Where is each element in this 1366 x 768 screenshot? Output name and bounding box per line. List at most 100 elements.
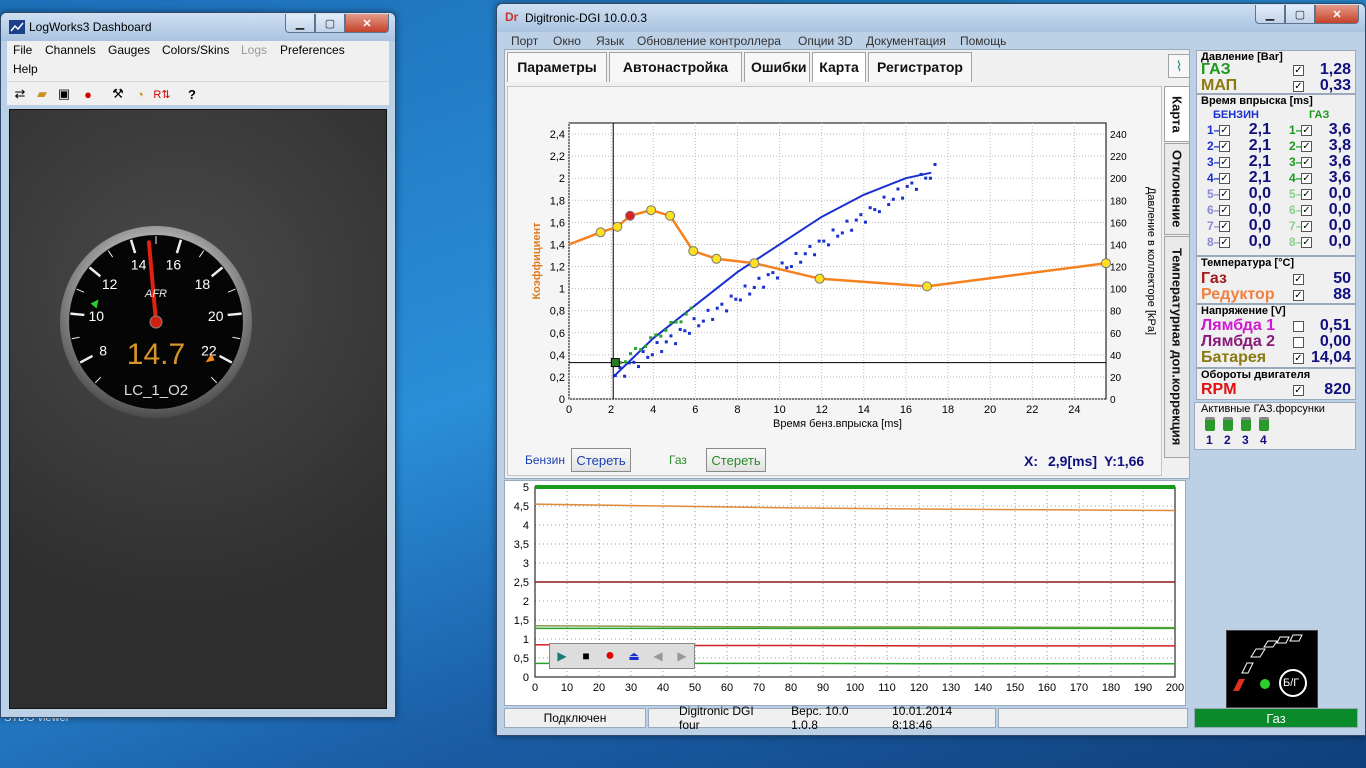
gas-scatter-point [674, 320, 678, 324]
menu-help[interactable]: Помощь [960, 34, 1006, 48]
close-button[interactable]: ✕ [345, 14, 389, 33]
coefficient-point[interactable] [646, 205, 657, 216]
logworks-app-icon [9, 20, 25, 34]
gas-scatter-point [689, 306, 693, 310]
benzin-scatter-point [785, 266, 789, 270]
save-icon[interactable]: ▣ [55, 85, 73, 103]
benzin-scatter-point [752, 285, 756, 289]
benzin-scatter-point [664, 340, 668, 344]
menu-channels[interactable]: Channels [45, 43, 96, 57]
coefficient-point[interactable] [922, 281, 932, 292]
y-left-tick-label: 2 [559, 173, 565, 185]
temperature-title: Температура [°C] [1201, 257, 1295, 269]
y-right-tick-label: 180 [1110, 196, 1127, 207]
eject-icon[interactable]: ⏏ [622, 644, 646, 668]
digitronic-titlebar[interactable]: Dr Digitronic-DGI 10.0.0.3 ▁ ▢ ✕ [497, 4, 1365, 32]
menu-help[interactable]: Help [13, 62, 38, 76]
benzin-scatter-point [738, 298, 742, 302]
rec-y-tick-label: 5 [523, 482, 529, 494]
tab-parameters[interactable]: Параметры [507, 52, 607, 82]
rec-y-tick-label: 0,5 [514, 653, 529, 665]
coefficient-point[interactable] [612, 221, 623, 232]
menu-colors-skins[interactable]: Colors/Skins [162, 43, 229, 57]
x-tick-label: 4 [650, 404, 656, 416]
menu-preferences[interactable]: Preferences [280, 43, 345, 57]
menu-file[interactable]: File [13, 43, 32, 57]
coefficient-point[interactable] [688, 246, 699, 257]
prev-icon[interactable]: ◀ [646, 644, 670, 668]
side-tab-map[interactable]: Карта [1164, 86, 1190, 142]
menu-documentation[interactable]: Документация [866, 34, 946, 48]
digitronic-app-icon: Dr [505, 10, 519, 24]
side-tab-temperature-correction[interactable]: Температурная доп.коррекция [1164, 236, 1190, 458]
gauge-channel: LC_1_O2 [123, 382, 189, 399]
help-icon[interactable]: ? [183, 85, 201, 103]
benzin-scatter-point [868, 206, 872, 210]
logworks-window: LogWorks3 Dashboard ▁ ▢ ✕ File Channels … [0, 12, 396, 718]
maximize-button[interactable]: ▢ [1285, 5, 1315, 24]
clear-gas-button[interactable]: Стереть [706, 448, 766, 472]
gas-scatter-point [659, 334, 663, 338]
coefficient-point[interactable] [665, 210, 676, 221]
benzin-scatter-point [799, 260, 803, 264]
coefficient-point[interactable] [814, 273, 825, 284]
rec-x-tick-label: 30 [625, 682, 637, 694]
benzin-scatter-point [711, 317, 715, 321]
menu-3d-options[interactable]: Опции 3D [798, 34, 853, 48]
y-right-tick-label: 120 [1110, 263, 1127, 274]
next-icon[interactable]: ▶ [670, 644, 694, 668]
close-button[interactable]: ✕ [1315, 5, 1359, 24]
rec-x-tick-label: 90 [817, 682, 829, 694]
clear-benzin-button[interactable]: Стереть [571, 448, 631, 472]
rec-x-tick-label: 50 [689, 682, 701, 694]
rec-x-tick-label: 130 [942, 682, 960, 694]
minimize-button[interactable]: ▁ [1255, 5, 1285, 24]
benzin-scatter-point [632, 360, 636, 364]
coefficient-point[interactable] [749, 258, 760, 269]
menu-language[interactable]: Язык [596, 34, 624, 48]
coefficient-point[interactable] [625, 210, 636, 221]
coefficient-point[interactable] [1101, 258, 1111, 269]
refresh-icon[interactable]: R⇅ [153, 85, 171, 103]
tools-icon[interactable]: ⚒ [109, 85, 127, 103]
y-right-tick-label: 200 [1110, 174, 1127, 185]
maximize-button[interactable]: ▢ [315, 14, 345, 33]
pin-icon[interactable]: ⌇ [1168, 54, 1190, 78]
rec-x-tick-label: 140 [974, 682, 992, 694]
tab-map[interactable]: Карта [812, 52, 866, 82]
tab-errors[interactable]: Ошибки [744, 52, 810, 82]
benzin-scatter-point [725, 309, 729, 313]
record-icon[interactable]: ● [598, 644, 622, 668]
y-right-tick-label: 20 [1110, 373, 1122, 384]
connect-icon[interactable]: ⇄ [11, 85, 29, 103]
x-tick-label: 14 [858, 404, 870, 416]
coefficient-point[interactable] [595, 227, 606, 238]
benzin-scatter-point [822, 239, 826, 243]
stop-icon[interactable]: ■ [574, 644, 598, 668]
tab-autotuning[interactable]: Автонастройка [609, 52, 742, 82]
gauge-tick-label: 18 [195, 276, 211, 292]
menu-logs[interactable]: Logs [241, 43, 267, 57]
tab-recorder[interactable]: Регистратор [868, 52, 972, 82]
play-icon[interactable]: ▶ [550, 644, 574, 668]
coefficient-point[interactable] [711, 253, 722, 264]
logworks-titlebar[interactable]: LogWorks3 Dashboard ▁ ▢ ✕ [1, 13, 395, 41]
y-right-axis-label: Давление в коллекторе [kPa] [1145, 187, 1157, 335]
y-left-tick-label: 1 [559, 284, 565, 296]
rec-y-tick-label: 4 [523, 520, 529, 532]
gauge-tick [70, 312, 85, 317]
menu-port[interactable]: Порт [511, 34, 538, 48]
record-icon[interactable]: ● [79, 85, 97, 103]
gas-scatter-point [649, 336, 653, 340]
menu-gauges[interactable]: Gauges [108, 43, 150, 57]
injectors-group: Активные ГАЗ.форсунки 1234 [1194, 402, 1356, 450]
menu-controller-update[interactable]: Обновление контроллера [637, 34, 781, 48]
y-left-tick-label: 1,8 [550, 195, 565, 207]
gauge-icon[interactable]: ◔ [131, 85, 149, 103]
menu-window[interactable]: Окно [553, 34, 581, 48]
rec-x-tick-label: 120 [910, 682, 928, 694]
open-folder-icon[interactable]: ▰ [33, 85, 51, 103]
fuel-switch-widget[interactable]: Б/Г [1226, 630, 1318, 708]
minimize-button[interactable]: ▁ [285, 14, 315, 33]
side-tab-deviation[interactable]: Отклонение [1164, 143, 1190, 235]
